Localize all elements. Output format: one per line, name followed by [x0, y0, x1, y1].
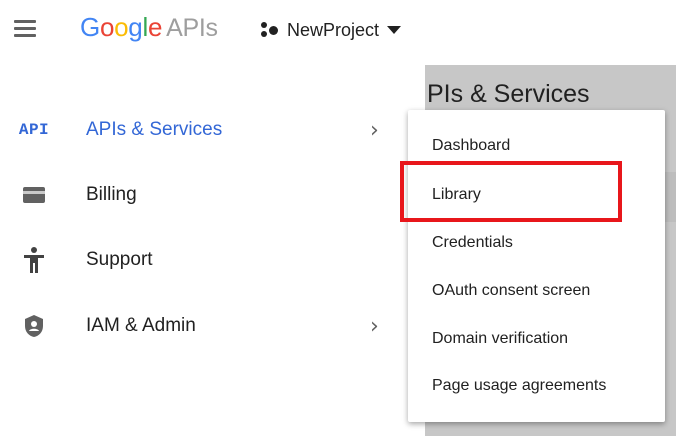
logo-letter: e: [147, 12, 163, 42]
submenu-item-domain-verification[interactable]: Domain verification: [408, 316, 665, 362]
dropdown-caret-icon: [387, 26, 402, 34]
nav-item-label: Support: [86, 249, 153, 270]
nav-item-apis-services[interactable]: API APIs & Services ›: [0, 105, 425, 155]
nav-item-iam-admin[interactable]: IAM & Admin ›: [0, 301, 425, 351]
logo-letter: g: [128, 12, 143, 42]
highlight-annotation-box: [400, 161, 622, 222]
submenu-item-oauth-consent-screen[interactable]: OAuth consent screen: [408, 268, 665, 314]
submenu-item-label: Credentials: [432, 234, 513, 251]
submenu-item-label: Dashboard: [432, 137, 511, 154]
api-icon: API: [18, 121, 50, 139]
submenu-item-label: Page usage agreements: [432, 377, 607, 394]
nav-item-label: Billing: [86, 184, 137, 205]
nav-item-support[interactable]: Support: [0, 235, 425, 285]
nav-item-label: APIs & Services: [86, 119, 223, 140]
project-dots-icon: [261, 22, 281, 38]
submenu-item-label: OAuth consent screen: [432, 282, 591, 299]
logo-letter: o: [99, 12, 115, 42]
page-title: PIs & Services: [427, 80, 590, 108]
submenu-item-label: Domain verification: [432, 330, 569, 347]
iam-shield-icon: [18, 312, 50, 340]
logo-letter: G: [80, 12, 100, 42]
logo-suffix: APIs: [166, 14, 218, 42]
google-apis-logo[interactable]: Google APIs: [80, 12, 218, 43]
nav-item-label: IAM & Admin: [86, 315, 196, 336]
billing-icon: [18, 181, 50, 209]
project-selector[interactable]: NewProject: [261, 17, 402, 43]
logo-letter: o: [114, 12, 129, 42]
support-icon: [18, 246, 50, 274]
chevron-right-icon: ›: [370, 313, 379, 339]
nav-item-billing[interactable]: Billing: [0, 170, 425, 220]
top-app-bar: Google APIs NewProject: [0, 0, 676, 60]
hamburger-menu-icon[interactable]: [14, 19, 38, 37]
navigation-drawer: API APIs & Services › Billing Support IA…: [0, 60, 425, 436]
apis-services-submenu: Dashboard Library Credentials OAuth cons…: [408, 110, 665, 422]
project-name: NewProject: [287, 19, 380, 40]
submenu-item-page-usage-agreements[interactable]: Page usage agreements: [408, 363, 665, 409]
chevron-right-icon: ›: [370, 117, 379, 143]
submenu-item-credentials[interactable]: Credentials: [408, 220, 665, 266]
